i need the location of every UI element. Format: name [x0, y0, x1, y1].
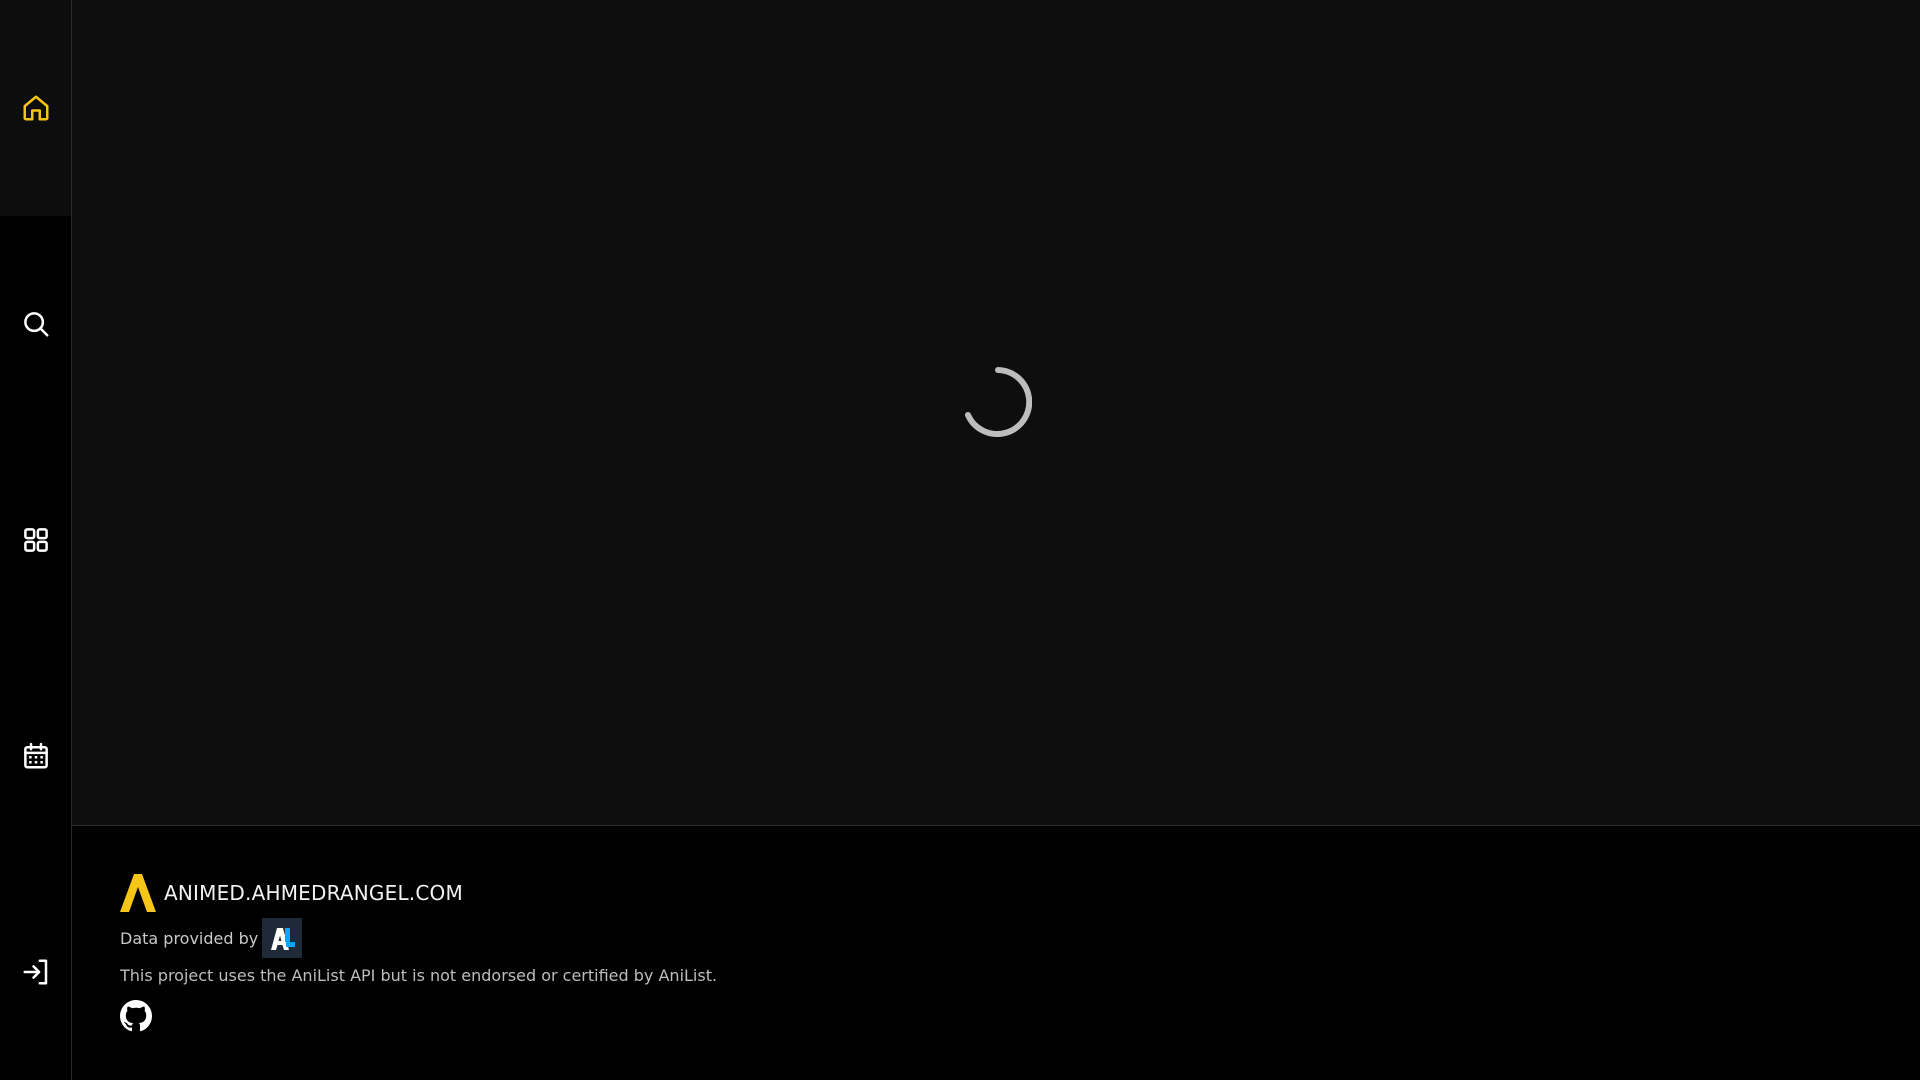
- github-link[interactable]: [120, 1000, 152, 1032]
- spinner-icon: [965, 367, 1032, 437]
- anilist-logo[interactable]: [262, 918, 303, 958]
- search-icon: [23, 312, 48, 337]
- loading-spinner: [962, 367, 1032, 437]
- data-provided-label: Data provided by: [120, 928, 259, 948]
- main-content: [72, 0, 1920, 825]
- disclaimer-text: This project uses the AniList API but is…: [120, 966, 718, 985]
- calendar-icon: [23, 742, 48, 769]
- brand-logo-icon: [120, 874, 156, 912]
- sidebar-item-schedule[interactable]: [0, 648, 71, 864]
- data-provided: Data provided by: [120, 918, 303, 958]
- sidebar: [0, 0, 72, 1080]
- login-icon: [23, 959, 47, 985]
- app-root: ANIMED.AHMEDRANGEL.COM Data provided by …: [0, 0, 1920, 1080]
- github-icon: [120, 1000, 152, 1032]
- sidebar-item-browse[interactable]: [0, 432, 71, 648]
- anilist-icon: [262, 918, 303, 958]
- brand[interactable]: ANIMED.AHMEDRANGEL.COM: [120, 874, 463, 912]
- sidebar-item-home[interactable]: [0, 0, 71, 216]
- home-icon: [23, 95, 48, 121]
- sidebar-item-search[interactable]: [0, 216, 71, 432]
- grid-icon: [23, 528, 48, 552]
- brand-name: ANIMED.AHMEDRANGEL.COM: [164, 881, 463, 905]
- footer: ANIMED.AHMEDRANGEL.COM Data provided by …: [72, 825, 1920, 1080]
- sidebar-item-login[interactable]: [0, 864, 71, 1080]
